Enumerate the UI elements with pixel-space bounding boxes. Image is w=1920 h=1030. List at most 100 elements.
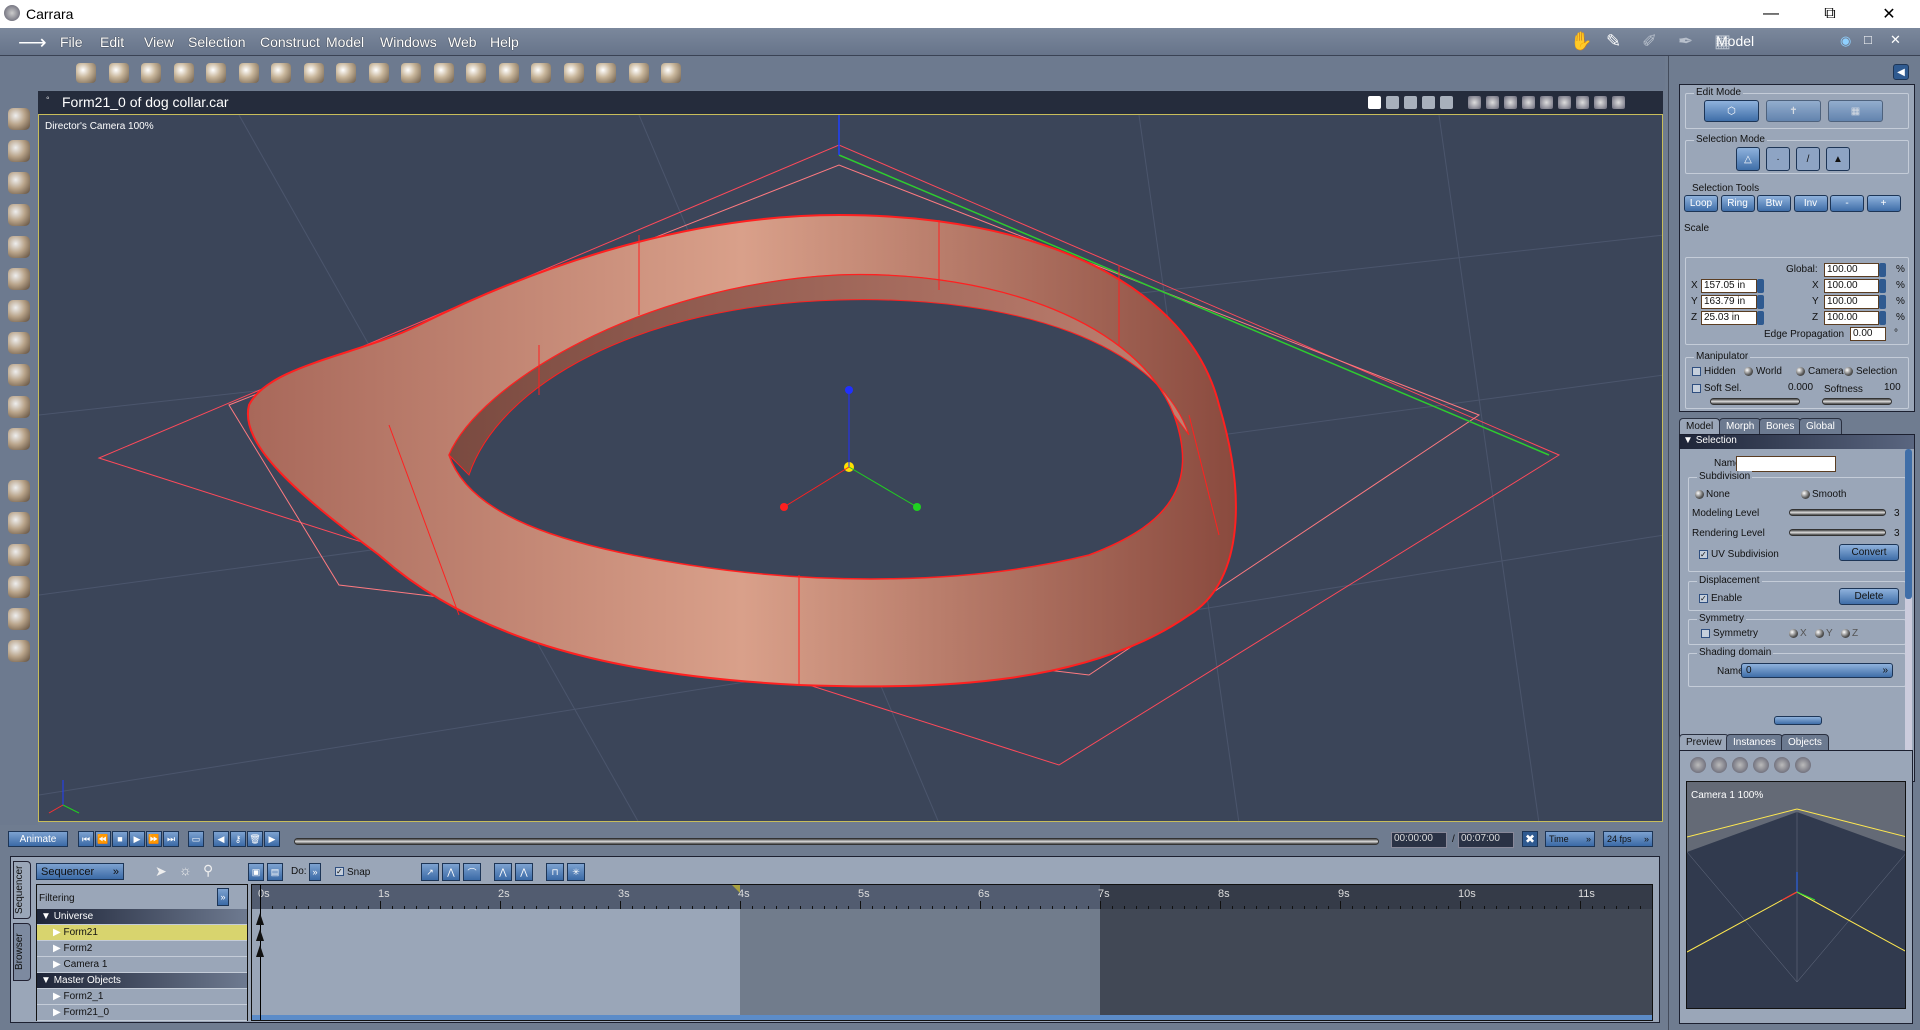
hand-pan-icon[interactable] (8, 512, 30, 534)
dome-icon[interactable] (271, 63, 291, 83)
time-scrubber[interactable] (294, 838, 1379, 845)
hidden-checkbox[interactable] (1692, 367, 1701, 376)
stretch-icon[interactable] (628, 63, 649, 83)
keyframe-marker[interactable] (256, 913, 264, 925)
track-form2[interactable]: ▶ Form2 (37, 941, 247, 957)
animate-button[interactable]: Animate (8, 831, 68, 847)
size-z-field[interactable]: 25.03 in (1701, 311, 1757, 325)
scissors-icon[interactable] (173, 63, 194, 83)
expand-arrow-icon[interactable]: ▼ (41, 911, 54, 922)
menu-web[interactable]: Web (448, 34, 477, 50)
zoom-tool-icon[interactable]: ⚲ (203, 862, 213, 879)
track-master-objects[interactable]: ▼ Master Objects (37, 973, 247, 989)
size-x-field[interactable]: 157.05 in (1701, 279, 1757, 293)
delete-displacement-button[interactable]: Delete (1839, 588, 1899, 605)
sym-z-radio[interactable] (1841, 629, 1850, 638)
solid-cube-icon[interactable] (1753, 757, 1769, 773)
expand-arrow-icon[interactable]: ▶ (53, 927, 63, 938)
convert-button[interactable]: Convert (1839, 544, 1899, 561)
filtering-dropdown[interactable]: » (217, 888, 229, 906)
snap-checkbox[interactable]: ✓ (335, 867, 344, 876)
crossbox-icon[interactable] (401, 63, 421, 83)
wire-shield2-icon[interactable] (1486, 96, 1499, 109)
polygon-select-button[interactable]: △ (1736, 147, 1760, 171)
stop-icon[interactable]: ■ (112, 831, 128, 847)
side-tab-sequencer[interactable]: Sequencer (13, 861, 31, 919)
zoom-icon[interactable] (8, 544, 30, 566)
restore-button[interactable]: ⧉ (1807, 0, 1853, 28)
scene-render[interactable] (39, 115, 1663, 822)
soft-sel-slider[interactable] (1710, 398, 1800, 405)
tab-objects[interactable]: Objects (1781, 734, 1829, 750)
do-dropdown[interactable]: » (309, 863, 321, 881)
menu-help[interactable]: Help (490, 34, 519, 50)
tween-peak-icon[interactable]: ⋀ (442, 863, 460, 881)
pointer-tool-icon[interactable]: ➤ (155, 863, 167, 880)
go-start-icon[interactable]: ⏮ (78, 831, 94, 847)
carrara-logo-icon[interactable]: ⟶ (18, 30, 47, 55)
fps-dropdown[interactable]: 24 fps» (1603, 831, 1653, 847)
textured-icon[interactable] (1612, 96, 1625, 109)
selection-icon[interactable] (1711, 757, 1727, 773)
light-tool-icon[interactable]: ☼ (179, 862, 192, 878)
shield-icon[interactable] (8, 428, 30, 450)
lathe-icon[interactable] (303, 63, 324, 83)
delete-key-icon[interactable]: 🗑 (247, 831, 263, 847)
bag-icon[interactable] (466, 63, 486, 83)
edge-propagation-field[interactable]: 0.00 (1850, 327, 1886, 341)
scale-y-field[interactable]: 100.00 (1824, 295, 1879, 309)
expand-arrow-icon[interactable]: ▶ (53, 1007, 63, 1018)
key-icon[interactable]: ⚷ (230, 831, 246, 847)
box-icon[interactable] (238, 63, 259, 83)
keyframe-marker[interactable] (256, 945, 264, 957)
hand-icon[interactable]: ✋ (1570, 31, 1592, 51)
move4-icon[interactable] (8, 332, 30, 354)
menu-selection[interactable]: Selection (188, 34, 246, 50)
go-end-icon[interactable]: ⏭ (163, 831, 179, 847)
sequencer-mode-dropdown[interactable]: Sequencer» (36, 863, 124, 880)
expand-arrow-icon[interactable]: ▶ (53, 959, 63, 970)
rotate-icon[interactable] (8, 172, 30, 194)
wire-cube-icon[interactable] (1732, 757, 1748, 773)
expand-arrow-icon[interactable]: ▼ (41, 975, 54, 986)
timeline[interactable]: 0s 1s 2s 3s 4s 5s 6s 7s 8s 9s 10s 11s (251, 884, 1653, 1021)
pipette-icon[interactable] (8, 640, 30, 662)
prev-key-icon[interactable]: ◀ (213, 831, 229, 847)
tween-ease-out-icon[interactable]: ⋀ (515, 863, 533, 881)
pen-icon[interactable] (531, 63, 551, 83)
select-arrow-icon[interactable] (8, 140, 30, 162)
vertex-icon[interactable] (206, 63, 226, 83)
track-form2_1[interactable]: ▶ Form2_1 (37, 989, 247, 1005)
vertex-select-button[interactable]: · (1766, 147, 1790, 171)
world-radio[interactable] (1744, 367, 1753, 376)
spline-icon[interactable] (108, 63, 129, 83)
menu-file[interactable]: File (60, 34, 83, 50)
time-ruler[interactable]: 0s 1s 2s 3s 4s 5s 6s 7s 8s 9s 10s 11s (252, 885, 1652, 909)
ball-icon[interactable] (498, 63, 519, 83)
track-camera-1[interactable]: ▶ Camera 1 (37, 957, 247, 973)
selection-name-input[interactable] (1736, 456, 1836, 472)
maximize-icon[interactable]: □ (1864, 32, 1872, 47)
arrow-icon[interactable] (8, 108, 30, 130)
next-key-icon[interactable]: ▶ (264, 831, 280, 847)
none-radio[interactable] (1695, 490, 1704, 499)
vertex-mode-button[interactable]: ⬡ (1704, 100, 1759, 122)
wire-shield-icon[interactable] (1468, 96, 1481, 109)
align-keys-button[interactable]: ▤ (267, 863, 283, 881)
work-end-marker[interactable] (732, 885, 740, 893)
selection-tool-minus-button[interactable]: - (1830, 195, 1864, 212)
four-view-icon[interactable] (1422, 96, 1435, 109)
axis-icon[interactable] (1690, 757, 1706, 773)
wireframe-cube-icon[interactable] (1558, 96, 1571, 109)
modeling-level-slider[interactable] (1789, 509, 1886, 516)
3d-viewport[interactable]: Director's Camera 100% (38, 114, 1663, 822)
global-scale-field[interactable]: 100.00 (1824, 263, 1879, 277)
brush-icon[interactable]: ✐ (1642, 31, 1664, 51)
sphere-icon[interactable] (76, 63, 96, 83)
close-button[interactable]: ✕ (1866, 0, 1912, 28)
current-time-field[interactable]: 00:00:00 (1391, 832, 1447, 848)
track-form21[interactable]: ▶ Form21 (37, 925, 247, 941)
track-form21_0[interactable]: ▶ Form21_0 (37, 1005, 247, 1021)
smooth-radio[interactable] (1801, 490, 1810, 499)
sym-x-radio[interactable] (1789, 629, 1798, 638)
